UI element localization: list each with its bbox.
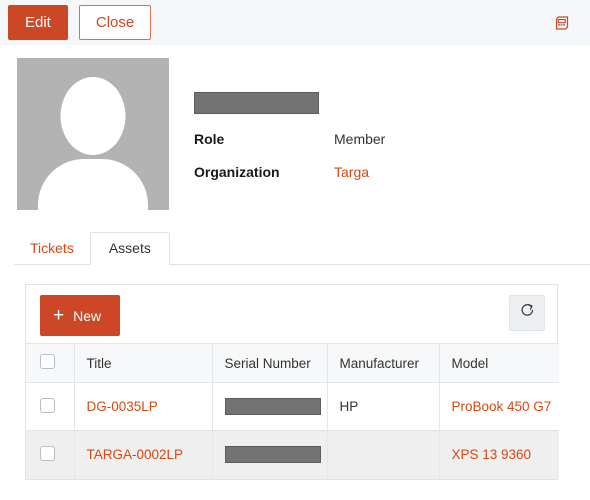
user-name-redacted — [194, 92, 319, 114]
asset-title-link[interactable]: DG-0035LP — [87, 399, 158, 414]
cell-title: TARGA-0002LP — [74, 430, 213, 479]
tab-tickets[interactable]: Tickets — [14, 232, 90, 265]
cell-model: XPS 13 9360 — [439, 430, 559, 479]
serial-number-redacted — [224, 398, 321, 415]
column-header-manufacturer[interactable]: Manufacturer — [327, 343, 440, 383]
column-header-model[interactable]: Model — [439, 343, 559, 383]
person-placeholder-avatar — [17, 58, 169, 210]
select-all-checkbox[interactable] — [40, 354, 55, 369]
assets-panel: + New Title Serial Number Manufacturer M… — [25, 284, 559, 480]
column-header-title[interactable]: Title — [74, 343, 213, 383]
new-asset-label: New — [73, 307, 102, 324]
cell-manufacturer: HP — [327, 382, 440, 431]
refresh-button[interactable] — [509, 295, 545, 331]
table-row[interactable]: DG-0035LP HP ProBook 450 G7 — [26, 382, 559, 431]
new-asset-button[interactable]: + New — [40, 295, 121, 336]
row-select-cell — [26, 430, 75, 479]
detail-row-role: Role Member — [194, 131, 385, 147]
detail-value-role: Member — [334, 131, 386, 147]
detail-label-organization: Organization — [194, 164, 280, 180]
serial-number-redacted — [224, 446, 321, 464]
assets-table-head: Title Serial Number Manufacturer Model — [26, 343, 559, 383]
avatar-head-shape — [60, 77, 126, 155]
table-header-row: Title Serial Number Manufacturer Model — [26, 343, 559, 383]
select-all-header — [26, 343, 75, 383]
toolbar-right-actions — [552, 12, 573, 33]
column-header-serial-number[interactable]: Serial Number — [212, 343, 328, 383]
calculator-icon — [554, 15, 571, 34]
refresh-icon — [519, 302, 536, 324]
assets-table: Title Serial Number Manufacturer Model D… — [26, 343, 559, 479]
cell-model: ProBook 450 G7 — [439, 382, 559, 431]
plus-icon: + — [53, 305, 65, 326]
tab-bar: Tickets Assets — [0, 232, 590, 266]
cell-manufacturer — [327, 430, 440, 479]
edit-button[interactable]: Edit — [8, 5, 68, 40]
table-row[interactable]: TARGA-0002LP XPS 13 9360 — [26, 430, 559, 479]
assets-table-body: DG-0035LP HP ProBook 450 G7 TARGA-0002LP — [26, 382, 559, 479]
row-select-cell — [26, 382, 75, 431]
asset-title-link[interactable]: TARGA-0002LP — [87, 447, 184, 462]
asset-model-link[interactable]: ProBook 450 G7 — [452, 399, 552, 414]
top-toolbar: Edit Close — [0, 0, 590, 45]
profile-details: Role Member Organization Targa — [169, 58, 385, 210]
row-checkbox[interactable] — [40, 397, 55, 413]
calculator-icon-button[interactable] — [552, 12, 573, 33]
avatar-body-shape — [38, 159, 148, 210]
detail-value-organization-link[interactable]: Targa — [334, 164, 369, 180]
profile-section: Role Member Organization Targa — [0, 45, 590, 210]
assets-toolbar: + New — [26, 285, 557, 343]
cell-serial-number — [212, 430, 328, 479]
detail-row-organization: Organization Targa — [194, 164, 385, 180]
cell-serial-number — [212, 382, 328, 431]
cell-title: DG-0035LP — [74, 382, 213, 431]
asset-model-link[interactable]: XPS 13 9360 — [452, 447, 532, 462]
row-checkbox[interactable] — [40, 445, 55, 461]
close-button[interactable]: Close — [78, 5, 152, 40]
tab-assets[interactable]: Assets — [89, 232, 170, 266]
detail-label-role: Role — [194, 131, 225, 147]
